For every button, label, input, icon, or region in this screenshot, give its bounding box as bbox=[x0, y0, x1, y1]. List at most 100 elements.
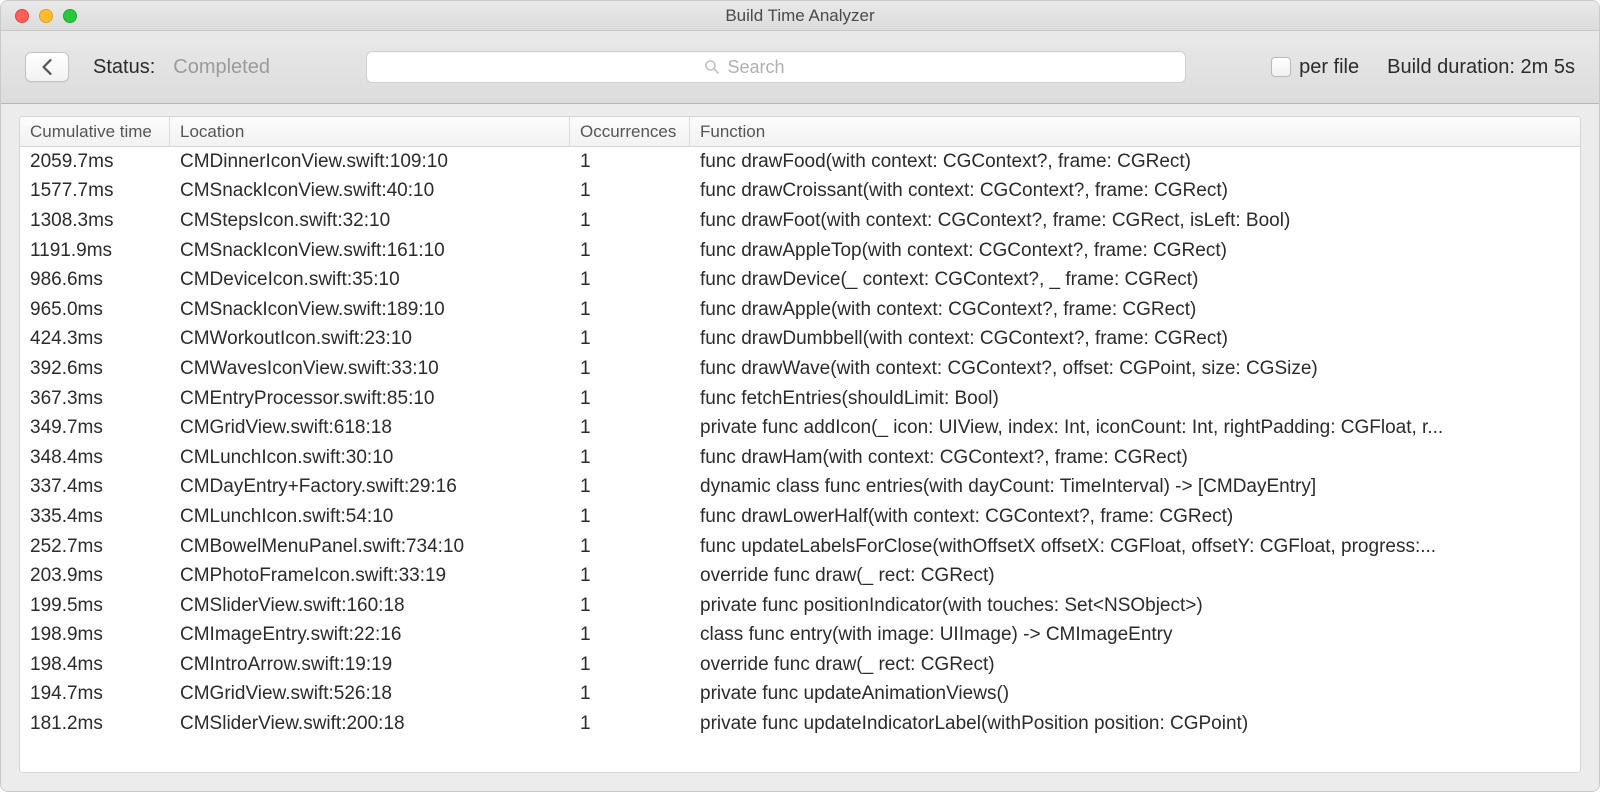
table-header: Cumulative time Location Occurrences Fun… bbox=[20, 117, 1580, 147]
column-header-function[interactable]: Function bbox=[690, 117, 1580, 146]
cell-time: 1577.7ms bbox=[20, 180, 170, 202]
table-row[interactable]: 194.7msCMGridView.swift:526:181private f… bbox=[20, 680, 1580, 710]
table-row[interactable]: 335.4msCMLunchIcon.swift:54:101func draw… bbox=[20, 502, 1580, 532]
cell-function: func drawFoot(with context: CGContext?, … bbox=[690, 210, 1580, 232]
table-row[interactable]: 392.6msCMWavesIconView.swift:33:101func … bbox=[20, 354, 1580, 384]
cell-occurrences: 1 bbox=[570, 683, 690, 705]
cell-occurrences: 1 bbox=[570, 447, 690, 469]
cell-occurrences: 1 bbox=[570, 210, 690, 232]
cell-time: 424.3ms bbox=[20, 328, 170, 350]
cell-occurrences: 1 bbox=[570, 536, 690, 558]
cell-time: 392.6ms bbox=[20, 358, 170, 380]
cell-location: CMSnackIconView.swift:161:10 bbox=[170, 240, 570, 262]
cell-occurrences: 1 bbox=[570, 713, 690, 735]
table-row[interactable]: 181.2msCMSliderView.swift:200:181private… bbox=[20, 709, 1580, 739]
column-header-location[interactable]: Location bbox=[170, 117, 570, 146]
table-row[interactable]: 424.3msCMWorkoutIcon.swift:23:101func dr… bbox=[20, 325, 1580, 355]
cell-occurrences: 1 bbox=[570, 476, 690, 498]
cell-function: dynamic class func entries(with dayCount… bbox=[690, 476, 1580, 498]
cell-location: CMWavesIconView.swift:33:10 bbox=[170, 358, 570, 380]
table-row[interactable]: 1577.7msCMSnackIconView.swift:40:101func… bbox=[20, 177, 1580, 207]
cell-time: 181.2ms bbox=[20, 713, 170, 735]
close-window-button[interactable] bbox=[15, 9, 29, 23]
cell-occurrences: 1 bbox=[570, 299, 690, 321]
cell-function: func drawWave(with context: CGContext?, … bbox=[690, 358, 1580, 380]
cell-time: 194.7ms bbox=[20, 683, 170, 705]
column-header-time[interactable]: Cumulative time bbox=[20, 117, 170, 146]
cell-function: func drawLowerHalf(with context: CGConte… bbox=[690, 506, 1580, 528]
cell-time: 198.9ms bbox=[20, 624, 170, 646]
cell-occurrences: 1 bbox=[570, 624, 690, 646]
per-file-checkbox[interactable] bbox=[1271, 57, 1291, 77]
cell-function: func updateLabelsForClose(withOffsetX of… bbox=[690, 536, 1580, 558]
cell-function: func drawDumbbell(with context: CGContex… bbox=[690, 328, 1580, 350]
cell-time: 252.7ms bbox=[20, 536, 170, 558]
cell-location: CMEntryProcessor.swift:85:10 bbox=[170, 388, 570, 410]
cell-occurrences: 1 bbox=[570, 180, 690, 202]
status-value: Completed bbox=[173, 56, 270, 79]
table-row[interactable]: 348.4msCMLunchIcon.swift:30:101func draw… bbox=[20, 443, 1580, 473]
cell-occurrences: 1 bbox=[570, 654, 690, 676]
table-row[interactable]: 367.3msCMEntryProcessor.swift:85:101func… bbox=[20, 384, 1580, 414]
status-label: Status: bbox=[93, 56, 155, 79]
table-row[interactable]: 337.4msCMDayEntry+Factory.swift:29:161dy… bbox=[20, 473, 1580, 503]
back-button[interactable] bbox=[25, 52, 69, 82]
table-row[interactable]: 1308.3msCMStepsIcon.swift:32:101func dra… bbox=[20, 206, 1580, 236]
build-duration: Build duration: 2m 5s bbox=[1387, 56, 1575, 79]
cell-time: 2059.7ms bbox=[20, 151, 170, 173]
cell-occurrences: 1 bbox=[570, 506, 690, 528]
table-row[interactable]: 986.6msCMDeviceIcon.swift:35:101func dra… bbox=[20, 265, 1580, 295]
window-title: Build Time Analyzer bbox=[1, 6, 1599, 26]
cell-occurrences: 1 bbox=[570, 388, 690, 410]
cell-time: 337.4ms bbox=[20, 476, 170, 498]
zoom-window-button[interactable] bbox=[63, 9, 77, 23]
table-row[interactable]: 198.4msCMIntroArrow.swift:19:191override… bbox=[20, 650, 1580, 680]
traffic-lights bbox=[15, 9, 77, 23]
per-file-label: per file bbox=[1299, 56, 1359, 79]
cell-location: CMGridView.swift:618:18 bbox=[170, 417, 570, 439]
titlebar: Build Time Analyzer bbox=[1, 1, 1599, 31]
cell-time: 335.4ms bbox=[20, 506, 170, 528]
minimize-window-button[interactable] bbox=[39, 9, 53, 23]
cell-location: CMDayEntry+Factory.swift:29:16 bbox=[170, 476, 570, 498]
search-field[interactable] bbox=[366, 51, 1186, 83]
cell-location: CMSliderView.swift:160:18 bbox=[170, 595, 570, 617]
cell-function: func drawAppleTop(with context: CGContex… bbox=[690, 240, 1580, 262]
cell-location: CMSnackIconView.swift:189:10 bbox=[170, 299, 570, 321]
cell-location: CMDinnerIconView.swift:109:10 bbox=[170, 151, 570, 173]
table-row[interactable]: 965.0msCMSnackIconView.swift:189:101func… bbox=[20, 295, 1580, 325]
search-input[interactable] bbox=[728, 57, 848, 78]
cell-function: private func updateIndicatorLabel(withPo… bbox=[690, 713, 1580, 735]
cell-function: func drawDevice(_ context: CGContext?, _… bbox=[690, 269, 1580, 291]
search-wrap bbox=[294, 51, 1257, 83]
table-row[interactable]: 252.7msCMBowelMenuPanel.swift:734:101fun… bbox=[20, 532, 1580, 562]
cell-function: func fetchEntries(shouldLimit: Bool) bbox=[690, 388, 1580, 410]
toolbar: Status: Completed per file Build duratio… bbox=[1, 31, 1599, 104]
cell-function: override func draw(_ rect: CGRect) bbox=[690, 565, 1580, 587]
table-row[interactable]: 2059.7msCMDinnerIconView.swift:109:101fu… bbox=[20, 147, 1580, 177]
cell-location: CMSnackIconView.swift:40:10 bbox=[170, 180, 570, 202]
table-body[interactable]: 2059.7msCMDinnerIconView.swift:109:101fu… bbox=[20, 147, 1580, 772]
cell-function: class func entry(with image: UIImage) ->… bbox=[690, 624, 1580, 646]
cell-time: 198.4ms bbox=[20, 654, 170, 676]
cell-time: 965.0ms bbox=[20, 299, 170, 321]
cell-time: 986.6ms bbox=[20, 269, 170, 291]
cell-function: private func addIcon(_ icon: UIView, ind… bbox=[690, 417, 1580, 439]
cell-location: CMBowelMenuPanel.swift:734:10 bbox=[170, 536, 570, 558]
chevron-left-icon bbox=[41, 59, 53, 75]
table-row[interactable]: 198.9msCMImageEntry.swift:22:161class fu… bbox=[20, 621, 1580, 651]
cell-occurrences: 1 bbox=[570, 328, 690, 350]
column-header-occurrences[interactable]: Occurrences bbox=[570, 117, 690, 146]
table-row[interactable]: 349.7msCMGridView.swift:618:181private f… bbox=[20, 413, 1580, 443]
table-row[interactable]: 1191.9msCMSnackIconView.swift:161:101fun… bbox=[20, 236, 1580, 266]
table-row[interactable]: 199.5msCMSliderView.swift:160:181private… bbox=[20, 591, 1580, 621]
cell-location: CMSliderView.swift:200:18 bbox=[170, 713, 570, 735]
search-icon bbox=[704, 59, 720, 75]
cell-time: 199.5ms bbox=[20, 595, 170, 617]
cell-time: 348.4ms bbox=[20, 447, 170, 469]
per-file-toggle[interactable]: per file bbox=[1271, 56, 1359, 79]
table-row[interactable]: 203.9msCMPhotoFrameIcon.swift:33:191over… bbox=[20, 561, 1580, 591]
cell-location: CMDeviceIcon.swift:35:10 bbox=[170, 269, 570, 291]
cell-location: CMLunchIcon.swift:30:10 bbox=[170, 447, 570, 469]
cell-function: func drawCroissant(with context: CGConte… bbox=[690, 180, 1580, 202]
